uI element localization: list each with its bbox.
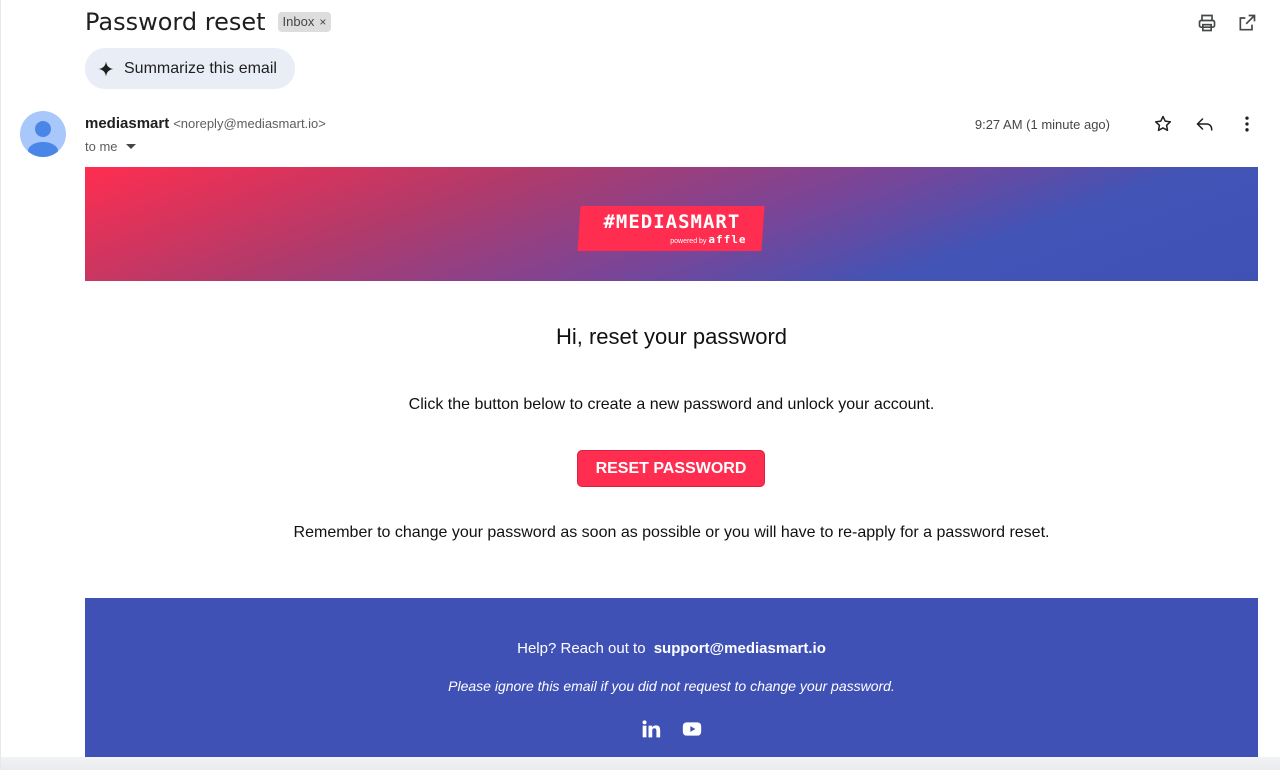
email-footer: Help? Reach out to support@mediasmart.io… [85,598,1258,757]
youtube-icon[interactable] [682,718,702,740]
reminder-text: Remember to change your password as soon… [293,524,1050,541]
sender-email: <noreply@mediasmart.io> [173,116,326,131]
bottom-edge [1,757,1280,770]
recipient-text: to me [85,139,118,154]
logo-powered-by: powered by affle [669,233,747,246]
mediasmart-logo: #MEDIASMART powered by affle [577,206,765,251]
subject-row: Password reset Inbox × [85,8,332,36]
remove-label-button[interactable]: × [319,15,326,29]
star-icon[interactable] [1152,113,1174,135]
recipient-details-toggle[interactable]: to me [85,139,136,154]
reply-icon[interactable] [1194,113,1216,135]
open-in-new-window-icon[interactable] [1236,12,1258,34]
sender-line: mediasmart <noreply@mediasmart.io> [85,115,326,132]
brand-banner: #MEDIASMART powered by affle [85,167,1258,281]
sender-name[interactable]: mediasmart [85,115,169,132]
email-subject: Password reset [85,8,266,36]
top-actions [1196,12,1258,34]
help-line: Help? Reach out to support@mediasmart.io [85,640,1258,657]
greeting-heading: Hi, reset your password [555,324,788,349]
timestamp: 9:27 AM (1 minute ago) [974,116,1110,132]
sender-avatar[interactable] [20,111,66,157]
summarize-label: Summarize this email [124,59,277,77]
email-view: Password reset Inbox × Summarize this em… [0,0,1280,770]
social-links [85,718,1258,740]
more-vertical-icon[interactable] [1236,113,1258,135]
ignore-notice: Please ignore this email if you did not … [448,678,895,694]
instruction-text: Click the button below to create a new p… [408,396,935,413]
message-actions: 9:27 AM (1 minute ago) [975,113,1258,135]
print-icon[interactable] [1196,12,1218,34]
logo-wordmark: #MEDIASMART [603,211,740,233]
help-text: Help? Reach out to [517,640,646,657]
default-avatar-icon [28,121,58,157]
email-content: #MEDIASMART powered by affle Hi, reset y… [85,167,1258,757]
summarize-email-button[interactable]: Summarize this email [85,48,295,89]
chevron-down-icon [125,144,136,149]
sparkle-icon [98,61,114,76]
reset-password-button[interactable]: RESET PASSWORD [577,450,765,487]
linkedin-icon[interactable] [641,718,661,740]
support-email-link[interactable]: support@mediasmart.io [654,640,826,657]
label-text: Inbox [282,14,315,29]
inbox-label-chip: Inbox × [277,12,332,32]
